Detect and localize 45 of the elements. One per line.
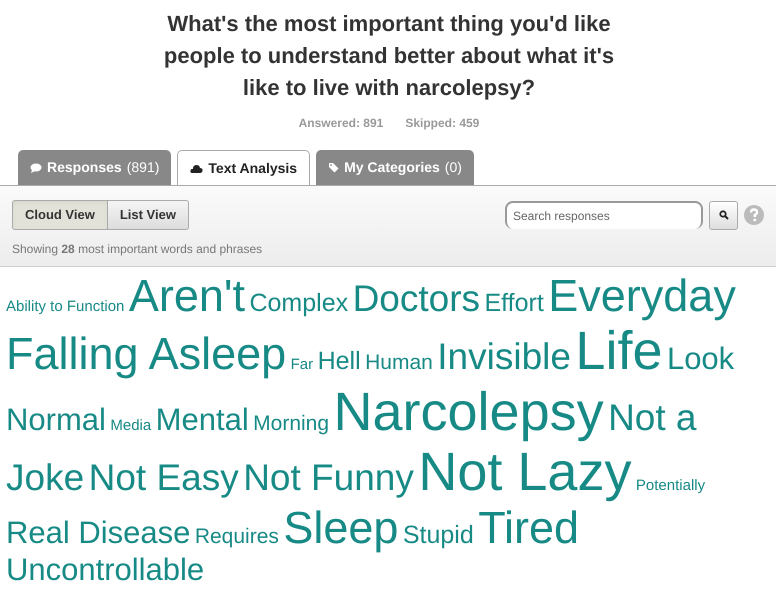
cloud-word[interactable]: Hell <box>318 347 361 376</box>
cloud-word[interactable]: Uncontrollable <box>6 552 204 588</box>
cloud-word[interactable]: Media <box>110 416 152 434</box>
cloud-word[interactable]: Normal <box>6 402 106 437</box>
tab[interactable]: Text Analysis <box>177 150 310 185</box>
cloud-word[interactable]: Invisible <box>437 336 571 378</box>
tab[interactable]: Responses (891) <box>18 150 172 185</box>
cloud-word[interactable]: Everyday <box>548 270 736 321</box>
tab[interactable]: My Categories (0) <box>316 150 474 185</box>
cloud-word[interactable]: Not Lazy <box>418 442 632 502</box>
tag-icon <box>328 162 340 173</box>
cloud-word[interactable]: Stupid <box>402 520 474 549</box>
cloud-word[interactable]: Far <box>290 356 314 374</box>
cloud-word[interactable]: Tired <box>478 502 580 553</box>
cloud-word[interactable]: Joke <box>6 457 84 498</box>
cloud-word[interactable]: Human <box>365 351 433 374</box>
summary-text: Showing 28 most important words and phrases <box>12 241 264 258</box>
search-button[interactable] <box>709 200 738 230</box>
search-field[interactable]: Search responses <box>505 201 703 229</box>
cloud-word[interactable]: Not Easy <box>88 457 239 498</box>
skipped-count: Skipped: 459 <box>405 115 480 132</box>
answered-count: Answered: 891 <box>298 115 384 132</box>
view-toggle[interactable]: List View <box>108 200 189 230</box>
cloud-word[interactable]: Narcolepsy <box>334 382 604 442</box>
cloud-word[interactable]: Aren't <box>128 270 245 321</box>
question-title: What's the most important thing you'd like people to understand better about what it's like to live with narcolepsy? <box>162 10 616 102</box>
cloud-word[interactable]: Potentially <box>636 477 706 494</box>
cloud-word[interactable]: Ability to Function <box>6 298 124 315</box>
cloud-word[interactable]: Mental <box>156 402 249 437</box>
cloud-word[interactable]: Effort <box>484 289 544 317</box>
cloud-word[interactable]: Falling Asleep <box>6 328 286 380</box>
speech-bubble-icon <box>30 162 42 172</box>
cloud-word[interactable]: Not Funny <box>243 457 414 498</box>
cloud-word[interactable]: Real Disease <box>6 514 190 550</box>
cloud-word[interactable]: Requires <box>194 524 279 548</box>
view-toggle[interactable]: Cloud View <box>12 200 108 230</box>
cloud-word[interactable]: Look <box>666 341 734 376</box>
cloud-word[interactable]: Not a <box>608 396 696 438</box>
cloud-word[interactable]: Complex <box>249 289 348 317</box>
cloud-word[interactable]: Sleep <box>283 502 398 553</box>
search-icon <box>718 210 728 220</box>
cloud-word[interactable]: Life <box>575 321 662 382</box>
cloud-word[interactable]: Morning <box>253 412 330 435</box>
cloud-icon <box>190 163 204 173</box>
cloud-word[interactable]: Doctors <box>352 278 480 319</box>
